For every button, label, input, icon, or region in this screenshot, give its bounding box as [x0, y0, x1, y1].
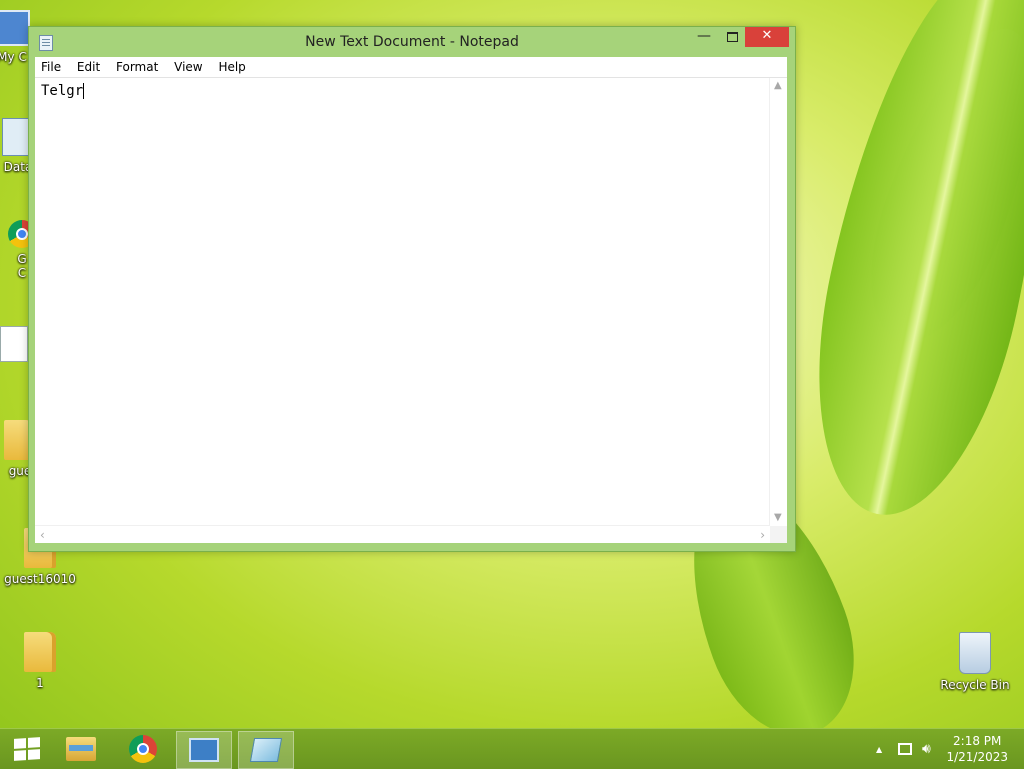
vertical-scrollbar[interactable]: ▲ ▼: [769, 78, 787, 525]
file-explorer-icon: [66, 737, 96, 761]
file-icon: [0, 326, 28, 362]
chrome-icon: [129, 735, 157, 763]
notepad-window[interactable]: New Text Document - Notepad — ✕ File Edi…: [28, 26, 796, 552]
menu-file[interactable]: File: [35, 57, 67, 74]
taskbar-remote-desktop[interactable]: [176, 731, 232, 769]
scroll-up-icon[interactable]: ▲: [774, 80, 782, 91]
notepad-icon: [249, 738, 283, 762]
text-caret: [83, 83, 85, 99]
volume-tray[interactable]: 🔊︎: [922, 729, 931, 769]
menu-edit[interactable]: Edit: [71, 57, 106, 74]
start-button[interactable]: [0, 731, 54, 767]
title-bar[interactable]: New Text Document - Notepad — ✕: [29, 27, 795, 57]
menu-help[interactable]: Help: [212, 57, 251, 74]
resize-grip[interactable]: [770, 526, 787, 543]
maximize-icon: [726, 32, 738, 42]
taskbar: ▲ 🔊︎ 2:18 PM 1/21/2023: [0, 728, 1024, 769]
speaker-icon: 🔊︎: [922, 741, 931, 757]
network-icon: [898, 743, 912, 755]
horizontal-scrollbar[interactable]: ‹ ›: [35, 525, 770, 543]
show-hidden-icons[interactable]: ▲: [876, 729, 882, 769]
menu-view[interactable]: View: [168, 57, 208, 74]
recycle-bin-icon: [959, 632, 991, 674]
chevron-up-icon: ▲: [876, 744, 883, 754]
close-button[interactable]: ✕: [745, 27, 789, 47]
minimize-button[interactable]: —: [691, 27, 717, 47]
scroll-right-icon[interactable]: ›: [760, 528, 765, 542]
editor-content[interactable]: Telgr: [41, 83, 85, 99]
menu-format[interactable]: Format: [110, 57, 164, 74]
desktop-icon-1[interactable]: 1: [0, 632, 80, 690]
editor-text: Telgr: [41, 83, 84, 99]
desktop-icon-recycle-bin[interactable]: Recycle Bin: [935, 632, 1015, 692]
network-tray[interactable]: [898, 729, 912, 769]
text-editor[interactable]: Telgr ▲ ▼ ‹ ›: [35, 78, 787, 543]
remote-desktop-icon: [189, 738, 219, 762]
taskbar-clock[interactable]: 2:18 PM 1/21/2023: [946, 733, 1008, 765]
desktop-icon-label: Recycle Bin: [940, 678, 1010, 692]
desktop-icon-label: My C: [0, 50, 27, 64]
clock-date: 1/21/2023: [946, 750, 1008, 764]
taskbar-notepad[interactable]: [238, 731, 294, 769]
windows-start-icon: [14, 737, 40, 761]
desktop-icon-label: guest16010: [4, 572, 76, 586]
maximize-button[interactable]: [719, 27, 745, 47]
folder-icon: [24, 632, 56, 672]
scroll-left-icon[interactable]: ‹: [40, 528, 45, 542]
taskbar-chrome[interactable]: [116, 731, 170, 767]
desktop-icon-label: 1: [36, 676, 44, 690]
window-title: New Text Document - Notepad: [305, 34, 519, 50]
menu-bar: File Edit Format View Help: [35, 57, 787, 78]
clock-time: 2:18 PM: [953, 734, 1002, 748]
scroll-down-icon[interactable]: ▼: [774, 512, 782, 523]
wallpaper-leaf: [783, 0, 1024, 534]
taskbar-file-explorer[interactable]: [54, 731, 108, 767]
computer-icon: [0, 10, 30, 46]
